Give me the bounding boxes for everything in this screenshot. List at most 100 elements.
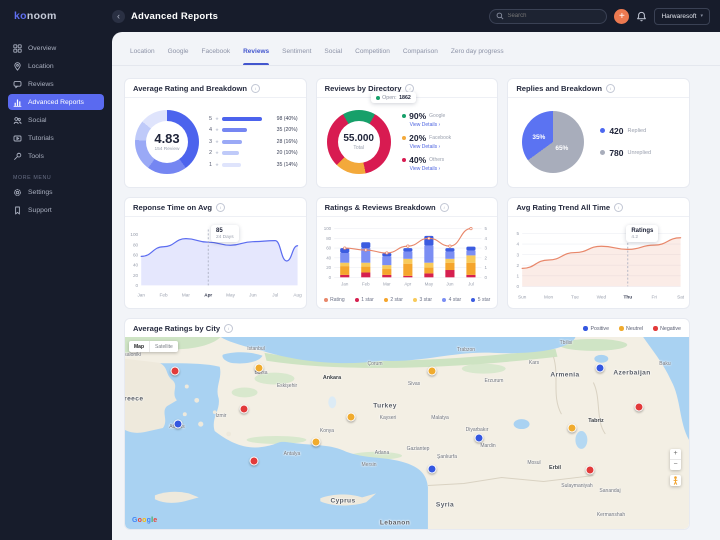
svg-text:60: 60 [326, 246, 331, 251]
svg-text:2: 2 [484, 255, 487, 260]
map-marker-positive[interactable] [174, 420, 183, 429]
tab-location[interactable]: Location [130, 38, 155, 65]
svg-text:Aug: Aug [293, 293, 302, 298]
account-menu[interactable]: Harwaresoft▾ [654, 8, 710, 25]
sidebar-item-social[interactable]: Social [8, 112, 104, 128]
map-marker-positive[interactable] [475, 434, 484, 443]
tab-comparison[interactable]: Comparison [403, 38, 438, 65]
replies-legend-replied: 420Replied [600, 126, 651, 136]
search-input[interactable] [507, 13, 600, 19]
map-label-konya: Konya [320, 428, 334, 434]
svg-text:4: 4 [517, 242, 520, 247]
card-replies-breakdown: Replies and Breakdowni 65%35% 420Replied… [507, 78, 690, 188]
info-icon[interactable]: i [216, 203, 225, 212]
card-ratings-by-city: Average Ratings by City i PositiveNeutre… [124, 318, 690, 530]
sidebar-item-advanced-reports[interactable]: Advanced Reports [8, 94, 104, 110]
pegman-icon [672, 476, 679, 485]
map-label-thessaloniki: Thessaloniki [125, 352, 141, 358]
map-label-baku: Baku [659, 361, 670, 367]
zoom-in-button[interactable]: + [670, 449, 681, 460]
street-view-pegman[interactable] [670, 475, 681, 486]
sidebar-item-label: Social [28, 117, 47, 124]
map-marker-positive[interactable] [428, 465, 437, 474]
sidebar-item-label: Settings [28, 189, 53, 196]
view-details-link[interactable]: View Details › [410, 122, 492, 128]
satellite-button[interactable]: Satellite [149, 341, 178, 352]
map-marker-neutral[interactable] [428, 367, 437, 376]
map-marker-neutral[interactable] [255, 364, 264, 373]
info-icon[interactable]: i [440, 203, 449, 212]
map-marker-neutral[interactable] [312, 438, 321, 447]
sidebar-item-label: Support [28, 207, 52, 214]
tab-google[interactable]: Google [168, 38, 189, 65]
map-label-anl-urfa: Şanlıurfa [437, 454, 457, 460]
info-icon[interactable]: i [251, 84, 260, 93]
map-marker-negative[interactable] [240, 405, 249, 414]
rating-row-3-star: 3★28 (16%) [208, 139, 298, 145]
map-marker-positive[interactable] [596, 364, 605, 373]
svg-text:5: 5 [484, 226, 487, 231]
svg-text:40: 40 [326, 255, 331, 260]
map-zoom-control: + − [670, 449, 681, 470]
add-button[interactable]: + [614, 9, 629, 24]
legend-dot [355, 298, 359, 302]
sidebar-item-label: Advanced Reports [28, 99, 84, 106]
map-label-eski-ehir: Eskişehir [277, 383, 297, 389]
sidebar-item-reviews[interactable]: Reviews [8, 76, 104, 92]
bell-icon[interactable] [636, 11, 647, 22]
legend-dot [442, 298, 446, 302]
svg-text:80: 80 [326, 236, 331, 241]
tab-social[interactable]: Social [324, 38, 342, 65]
tools-icon [13, 152, 22, 161]
tab-sentiment[interactable]: Sentiment [282, 38, 311, 65]
map-marker-negative[interactable] [635, 403, 644, 412]
map-label-greece: Greece [125, 396, 143, 403]
rating-bar [222, 151, 239, 155]
search-box[interactable] [489, 9, 607, 24]
map-label-tabriz: Tabriz [588, 418, 603, 424]
tab-competition[interactable]: Competition [355, 38, 390, 65]
sidebar-item-tutorials[interactable]: Tutorials [8, 130, 104, 146]
back-button[interactable]: ‹ [112, 10, 125, 23]
legend-dot [471, 298, 475, 302]
info-icon[interactable]: i [224, 324, 233, 333]
sidebar-item-overview[interactable]: Overview [8, 40, 104, 56]
rating-bar [222, 117, 262, 121]
directory-donut-chart: 55.000 Total [327, 110, 391, 174]
map-marker-negative[interactable] [250, 457, 259, 466]
view-details-link[interactable]: View Details › [410, 144, 492, 150]
topbar: konoom ‹ Advanced Reports + Harwaresoft▾ [0, 0, 720, 32]
map-marker-neutral[interactable] [568, 424, 577, 433]
tab-reviews[interactable]: Reviews [243, 38, 269, 65]
tab-facebook[interactable]: Facebook [202, 38, 231, 65]
sidebar-item-tools[interactable]: Tools [8, 148, 104, 164]
tab-zero-day-progress[interactable]: Zero day progress [451, 38, 504, 65]
response-time-tooltip: 85 24 Days [211, 225, 239, 242]
sidebar-item-support[interactable]: Support [8, 202, 104, 218]
app-logo[interactable]: konoom [0, 10, 112, 22]
directory-legend-google: 90%GoogleView Details › [402, 111, 492, 128]
zoom-out-button[interactable]: − [670, 460, 681, 470]
pie-label: 65% [555, 145, 568, 152]
legend-dot [619, 326, 624, 331]
map-button[interactable]: Map [129, 341, 149, 352]
svg-text:Fri: Fri [652, 295, 657, 300]
sidebar-item-label: Location [28, 63, 54, 70]
view-details-link[interactable]: View Details › [410, 166, 492, 172]
svg-text:Jan: Jan [341, 281, 349, 286]
map-marker-negative[interactable] [171, 367, 180, 376]
card-title: Ratings & Reviews Breakdown [325, 203, 436, 212]
info-icon[interactable]: i [606, 84, 615, 93]
sidebar-item-settings[interactable]: Settings [8, 184, 104, 200]
total-reviews: 55.000 [343, 133, 374, 144]
sidebar-item-location[interactable]: Location [8, 58, 104, 74]
svg-text:Mar: Mar [182, 293, 190, 298]
map-label-trabzon: Trabzon [457, 347, 475, 353]
map[interactable]: ThessalonikiGreeceAthensIstanbulBursaEsk… [125, 337, 689, 529]
map-label-cyprus: Cyprus [330, 498, 355, 505]
map-label-adana: Adana [375, 450, 389, 456]
legend-dot [600, 150, 605, 155]
map-marker-neutral[interactable] [347, 413, 356, 422]
info-icon[interactable]: i [614, 203, 623, 212]
map-marker-negative[interactable] [586, 466, 595, 475]
